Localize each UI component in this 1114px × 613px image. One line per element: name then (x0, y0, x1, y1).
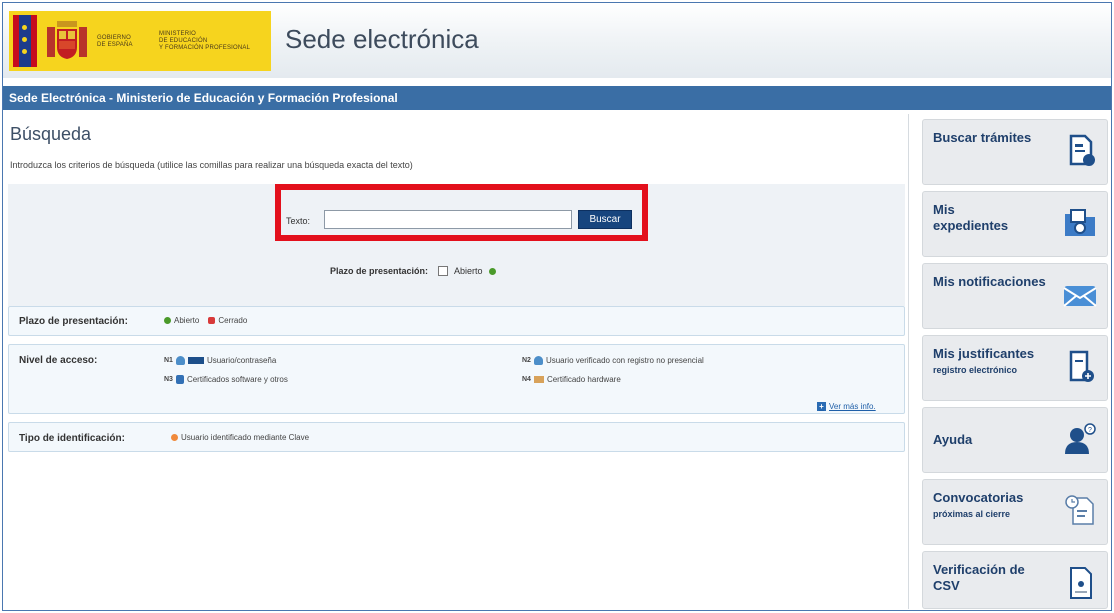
government-text: GOBIERNO DE ESPAÑA (97, 35, 133, 48)
search-panel: Texto: Buscar Plazo de presentación: Abi… (8, 184, 905, 306)
more-info-link[interactable]: + Ver más info. (817, 402, 876, 411)
side-item-mis-notificaciones[interactable]: Mis notificaciones (922, 263, 1108, 329)
site-title[interactable]: Sede electrónica (285, 24, 479, 55)
side-item-sublabel: próximas al cierre (933, 509, 1011, 519)
government-logo[interactable]: GOBIERNO DE ESPAÑA MINISTERIO DE EDUCACI… (9, 11, 271, 71)
open-status-icon (488, 267, 496, 275)
svg-text:?: ? (1088, 427, 1092, 434)
open-checkbox[interactable] (438, 266, 449, 276)
calendar-document-icon (1065, 495, 1094, 525)
side-item-verificacion-csv[interactable]: Verificación de CSV (922, 551, 1108, 609)
folder-search-icon (1065, 209, 1095, 236)
page-title: Búsqueda (10, 124, 92, 144)
side-item-label: Mis notificaciones (933, 274, 1046, 289)
ministry-text: MINISTERIO DE EDUCACIÓN Y FORMACIÓN PROF… (159, 31, 251, 51)
side-item-label: Buscar trámites (933, 130, 1032, 145)
verified-user-icon (533, 356, 543, 365)
side-item-label: Convocatorias (933, 490, 1024, 505)
side-item-mis-expedientes[interactable]: Mis expedientes (922, 191, 1108, 257)
legend-open: Abierto Cerrado (164, 316, 247, 325)
level-n2: N2 Usuario verificado con registro no pr… (522, 356, 704, 365)
access-level-legend: Nivel de acceso: N1 Usuario/contraseña N… (8, 344, 905, 414)
clave-icon (171, 434, 178, 441)
user-icon (175, 356, 185, 365)
highlight-box (275, 184, 648, 241)
deadline-legend-title: Plazo de presentación: (19, 316, 128, 327)
closed-icon (208, 317, 216, 324)
password-card-icon (187, 357, 204, 364)
open-icon (164, 317, 171, 324)
side-item-label: Mis expedientes (933, 202, 1009, 233)
flag-icon (13, 15, 37, 67)
certificate-icon (175, 375, 184, 384)
access-level-title: Nivel de acceso: (19, 355, 98, 366)
hardware-certificate-icon (533, 376, 544, 383)
side-panel: Buscar trámites Mis expedientes Mis noti… (908, 114, 1109, 609)
side-item-label: Verificación de CSV (933, 562, 1025, 593)
side-item-label: Mis justificantes (933, 346, 1035, 361)
main-content: Búsqueda Introduzca los criterios de bús… (3, 114, 905, 611)
identification-legend: Tipo de identificación: Usuario identifi… (8, 422, 905, 452)
level-n1: N1 Usuario/contraseña (164, 356, 277, 365)
open-option-label[interactable]: Abierto (454, 266, 483, 276)
side-item-convocatorias[interactable]: Convocatorias próximas al cierre (922, 479, 1108, 545)
breadcrumb-bar[interactable]: Sede Electrónica - Ministerio de Educaci… (3, 86, 1111, 110)
side-item-buscar-tramites[interactable]: Buscar trámites (922, 119, 1108, 185)
side-item-sublabel: registro electrónico (933, 365, 1018, 375)
level-n4: N4 Certificado hardware (522, 375, 621, 384)
deadline-filter: Plazo de presentación: Abierto (330, 266, 496, 276)
coat-of-arms-icon (47, 21, 87, 59)
identification-title: Tipo de identificación: (19, 433, 125, 444)
search-instructions: Introduzca los criterios de búsqueda (ut… (10, 160, 413, 170)
side-item-mis-justificantes[interactable]: Mis justificantes registro electrónico (922, 335, 1108, 401)
envelope-icon (1063, 286, 1097, 307)
clave-identification: Usuario identificado mediante Clave (171, 433, 309, 442)
side-item-label: Ayuda (933, 432, 973, 447)
side-item-ayuda[interactable]: Ayuda ? (922, 407, 1108, 473)
deadline-legend: Plazo de presentación: Abierto Cerrado (8, 306, 905, 336)
site-header: GOBIERNO DE ESPAÑA MINISTERIO DE EDUCACI… (3, 3, 1111, 78)
deadline-filter-label: Plazo de presentación: (330, 266, 429, 276)
receipt-icon (1069, 350, 1094, 382)
csv-document-icon (1070, 567, 1092, 599)
plus-icon: + (817, 402, 826, 411)
search-document-icon (1069, 134, 1095, 166)
help-user-icon: ? (1065, 423, 1096, 454)
level-n3: N3 Certificados software y otros (164, 375, 288, 384)
